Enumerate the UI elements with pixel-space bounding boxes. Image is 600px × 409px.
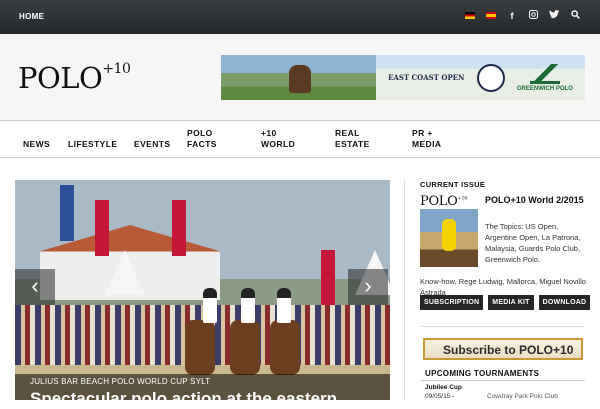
download-button[interactable]: DOWNLOAD xyxy=(538,295,591,310)
featured-slider[interactable] xyxy=(15,180,390,400)
slide-horse xyxy=(230,320,260,375)
banner-logos: EAST COAST OPEN GREENWICH POLO xyxy=(376,55,585,100)
greenwich-text: GREENWICH POLO xyxy=(516,85,573,92)
tournament-name[interactable]: Jubilee Cup xyxy=(425,384,462,391)
tournaments-title: UPCOMING TOURNAMENTS xyxy=(425,369,540,378)
nav-events[interactable]: EVENTS xyxy=(134,139,170,150)
spanish-flag-icon[interactable] xyxy=(486,12,496,19)
nav-real-estate[interactable]: REAL ESTATE xyxy=(335,128,375,150)
nav-plus10-world[interactable]: +10 WORLD xyxy=(261,128,301,150)
club-seal-icon xyxy=(476,63,505,92)
slide-kicker: JULIUS BAR BEACH POLO WORLD CUP SYLT xyxy=(30,377,211,386)
facebook-icon[interactable]: f xyxy=(507,11,517,21)
issue-buttons: SUBSCRIPTION MEDIA KIT DOWNLOAD xyxy=(420,295,591,310)
slider-next-button[interactable]: › xyxy=(348,269,388,305)
sidebar: CURRENT ISSUE POLO+10 POLO+10 World 2/20… xyxy=(420,180,591,310)
subscribe-banner[interactable]: Subscribe to POLO+10 xyxy=(423,338,583,360)
logo-text: POLO xyxy=(18,61,103,95)
main-nav: NEWS LIFESTYLE EVENTS POLO FACTS +10 WOR… xyxy=(0,120,600,158)
header-banner-ad[interactable]: EAST COAST OPEN GREENWICH POLO xyxy=(221,55,585,100)
slide-flag xyxy=(95,200,109,256)
topbar-icons: f xyxy=(465,10,580,21)
tournament-date: 09/05/15 - xyxy=(425,393,455,400)
cover-logo-sup: +10 xyxy=(457,195,468,202)
site-logo[interactable]: POLO+10 xyxy=(18,61,131,95)
magazine-cover[interactable]: POLO+10 xyxy=(420,194,478,268)
greenwich-mark-icon xyxy=(529,63,560,84)
sidebar-rule xyxy=(420,326,585,327)
slide-horse xyxy=(185,320,215,375)
banner-horse xyxy=(289,65,311,93)
slide-rider xyxy=(203,288,217,323)
banner-polo-photo xyxy=(221,55,376,100)
cover-player xyxy=(442,219,456,251)
subscription-button[interactable]: SUBSCRIPTION xyxy=(420,295,484,310)
greenwich-polo-logo: GREENWICH POLO xyxy=(516,63,573,92)
cover-logo: POLO+10 xyxy=(420,194,478,209)
nav-lifestyle[interactable]: LIFESTYLE xyxy=(68,139,117,150)
tournament-venue: Cowdray Park Polo Club xyxy=(487,393,558,400)
instagram-icon[interactable] xyxy=(528,10,538,21)
tournaments-rule xyxy=(420,380,585,381)
slide-flag xyxy=(321,250,335,306)
issue-title[interactable]: POLO+10 World 2/2015 xyxy=(485,194,584,206)
logo-sup: +10 xyxy=(102,61,131,78)
site-header: POLO+10 EAST COAST OPEN GREENWICH POLO xyxy=(0,34,600,120)
top-bar: HOME f xyxy=(0,0,600,34)
slide-flag xyxy=(60,185,74,241)
nav-news[interactable]: NEWS xyxy=(23,139,50,150)
slide-headline[interactable]: Spectacular polo action at the eastern xyxy=(30,389,337,409)
issue-description: The Topics: US Open, Argentine Open, La … xyxy=(485,222,581,264)
slide-rider xyxy=(277,288,291,323)
slider-prev-button[interactable]: ‹ xyxy=(15,269,55,305)
slide-caption[interactable]: JULIUS BAR BEACH POLO WORLD CUP SYLT Spe… xyxy=(15,374,390,408)
search-icon[interactable] xyxy=(570,10,580,21)
slide-horse xyxy=(270,320,300,375)
slide-rider xyxy=(241,288,255,323)
twitter-icon[interactable] xyxy=(549,10,560,21)
media-kit-button[interactable]: MEDIA KIT xyxy=(488,295,534,310)
slide-flag xyxy=(172,200,186,256)
home-link[interactable]: HOME xyxy=(19,12,44,21)
cover-image xyxy=(420,209,478,267)
cover-logo-text: POLO xyxy=(420,194,458,209)
column-divider xyxy=(404,180,405,400)
current-issue-title: CURRENT ISSUE xyxy=(420,180,486,189)
nav-pr-media[interactable]: PR + MEDIA xyxy=(412,128,452,150)
east-coast-open-logo: EAST COAST OPEN xyxy=(388,72,465,82)
nav-polo-facts[interactable]: POLO FACTS xyxy=(187,128,227,150)
german-flag-icon[interactable] xyxy=(465,12,475,19)
subscribe-text: Subscribe to POLO+10 xyxy=(443,343,574,357)
